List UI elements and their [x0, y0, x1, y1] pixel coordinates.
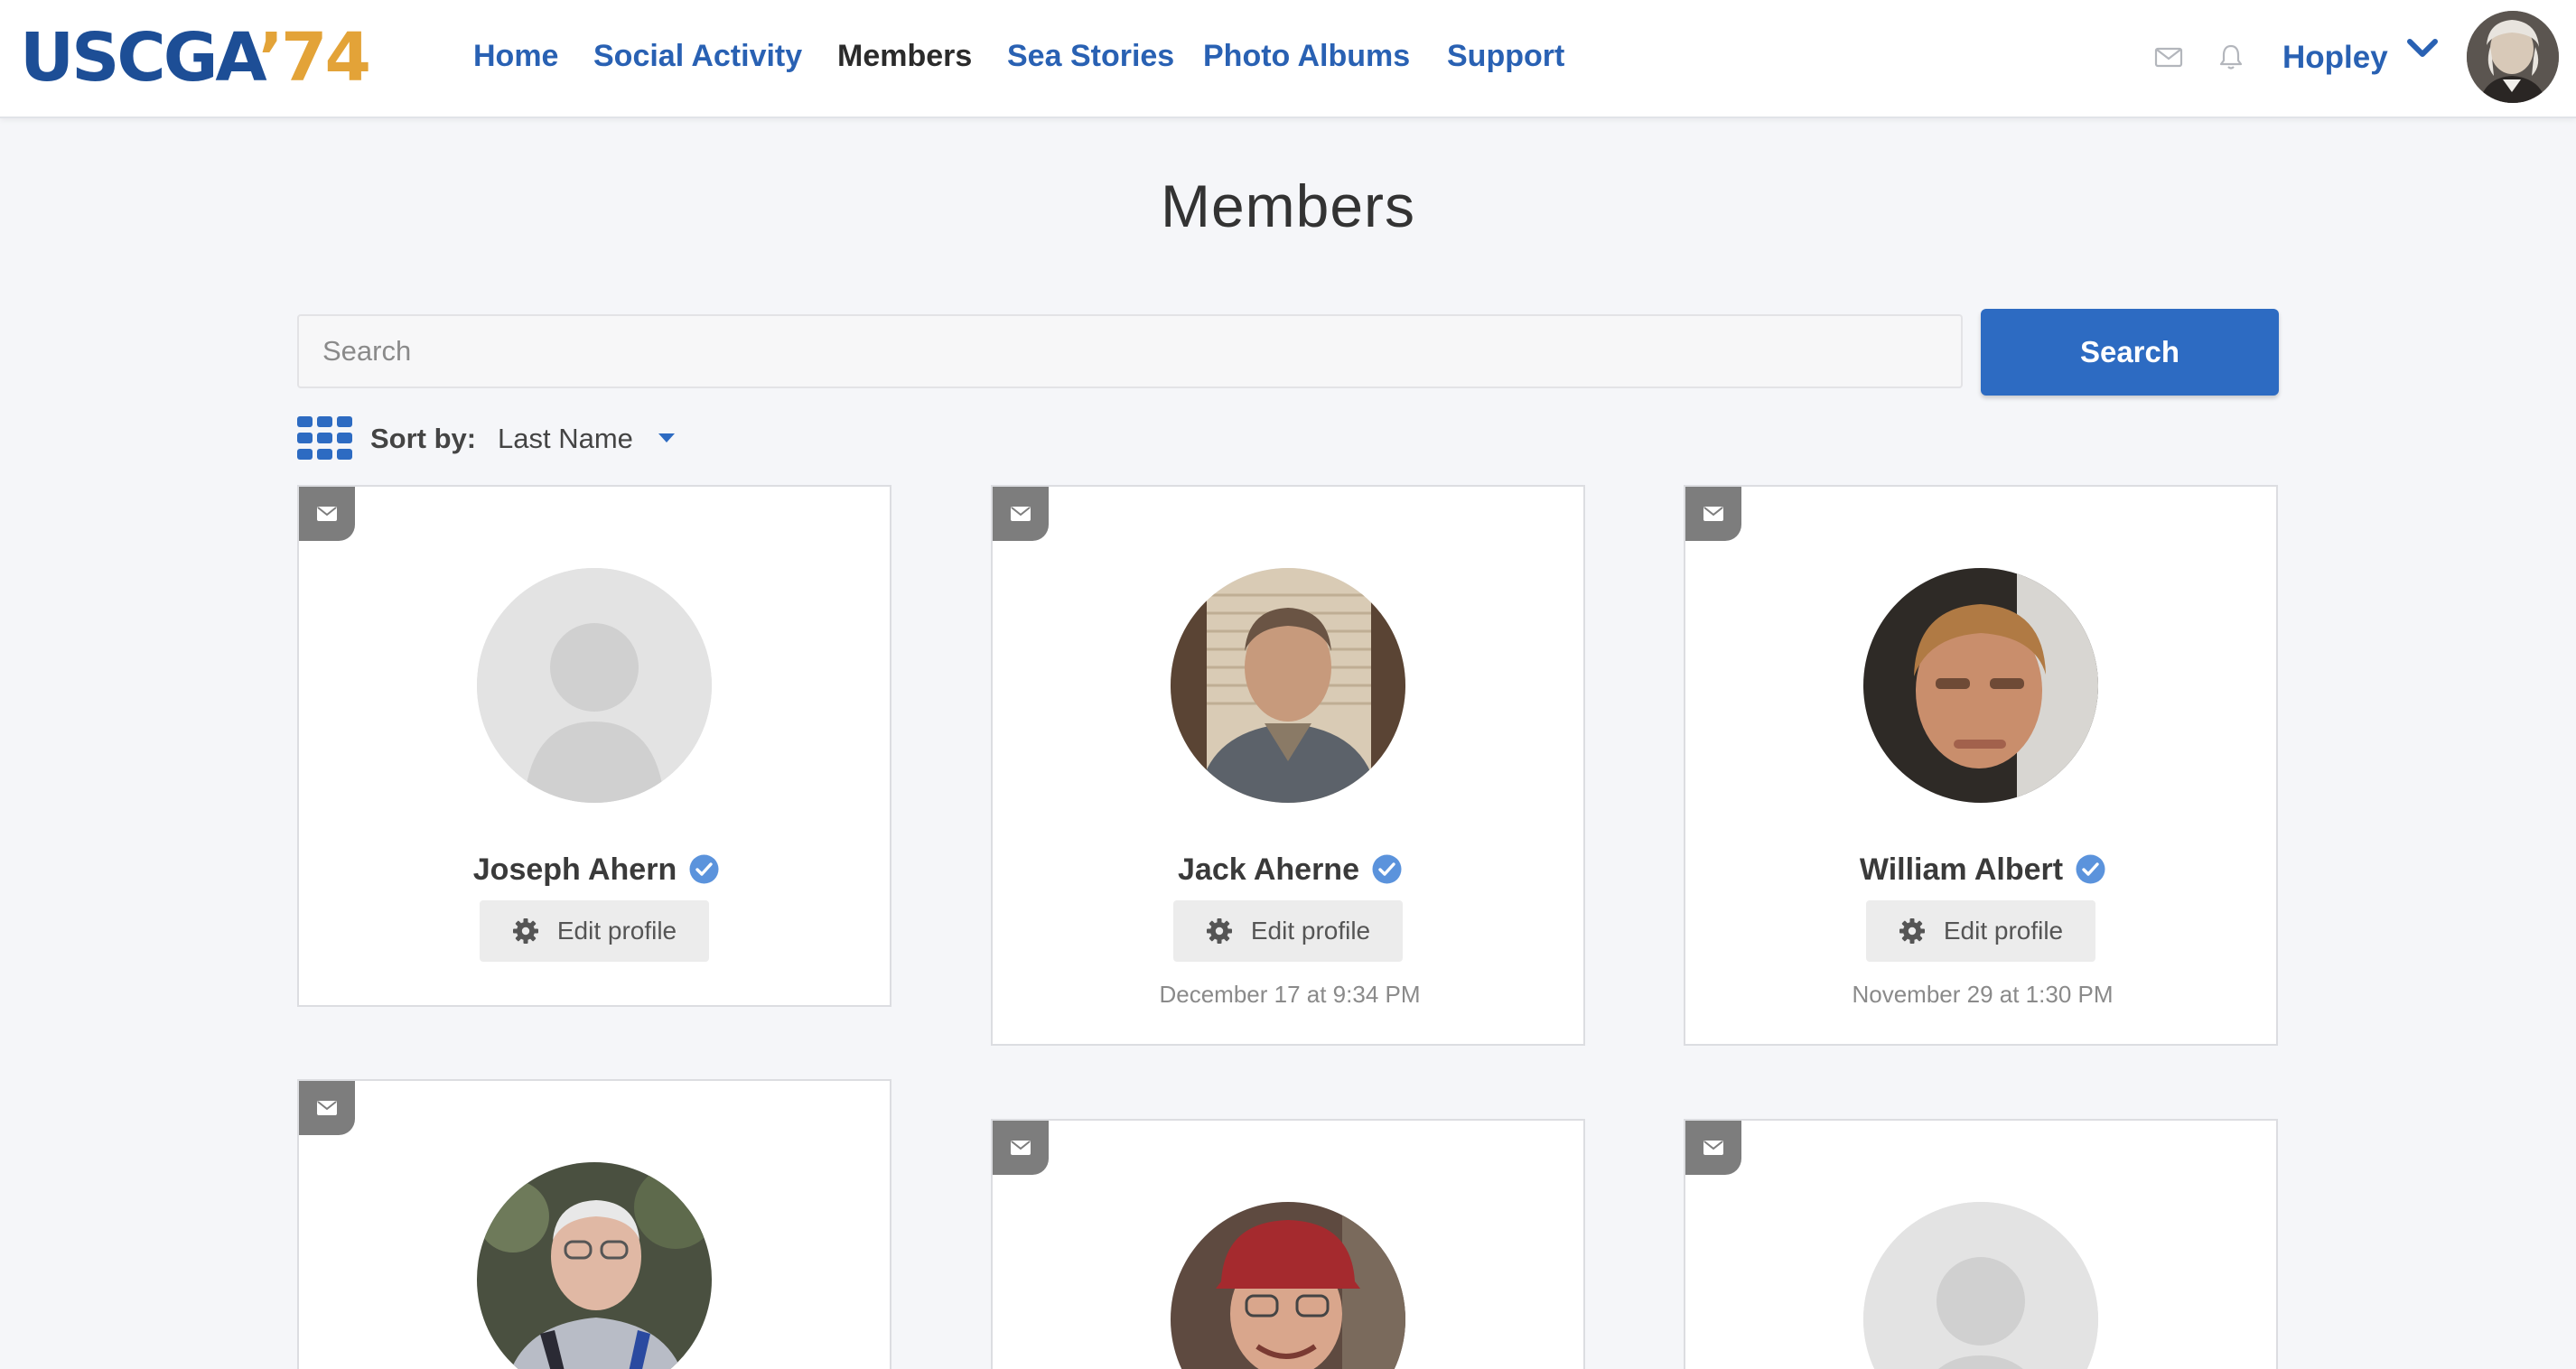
message-member-button[interactable] — [993, 1121, 1049, 1175]
bell-icon[interactable] — [2216, 42, 2246, 72]
nav-support[interactable]: Support — [1447, 34, 1564, 78]
edit-profile-button[interactable]: Edit profile — [480, 900, 709, 962]
member-photo — [477, 1162, 712, 1369]
member-card[interactable]: William Albert Edit profile November 29 … — [1684, 485, 2278, 1046]
search-input[interactable] — [297, 314, 1963, 388]
member-name[interactable]: William Albert — [1685, 848, 2276, 891]
logo-text-uscga: USCGA — [20, 19, 261, 97]
member-card[interactable] — [1684, 1119, 2278, 1369]
nav-home[interactable]: Home — [473, 34, 558, 78]
chevron-down-icon[interactable] — [2406, 36, 2439, 63]
default-avatar — [477, 568, 712, 803]
page-title: Members — [1160, 172, 1416, 239]
envelope-icon — [317, 507, 337, 521]
verified-badge-icon — [689, 854, 719, 884]
gear-icon — [1899, 917, 1926, 945]
member-photo — [1171, 568, 1405, 803]
sort-by-label: Sort by: — [370, 423, 477, 454]
gear-icon — [1206, 917, 1233, 945]
top-navigation-bar: USCGA’74 Home Social Activity Members Se… — [0, 0, 2576, 118]
edit-profile-label: Edit profile — [556, 917, 677, 945]
member-name-text: William Albert — [1859, 852, 2064, 887]
mail-icon[interactable] — [2153, 42, 2184, 72]
site-logo[interactable]: USCGA’74 — [20, 19, 371, 97]
envelope-icon — [1011, 507, 1031, 521]
member-photo — [1171, 1202, 1405, 1369]
member-card[interactable] — [297, 1079, 891, 1369]
edit-profile-button[interactable]: Edit profile — [1173, 900, 1403, 962]
envelope-icon — [1703, 1141, 1723, 1155]
sort-select[interactable]: Last Name — [498, 421, 633, 457]
last-active-timestamp: November 29 at 1:30 PM — [1852, 981, 2114, 1008]
envelope-icon — [1011, 1141, 1031, 1155]
member-card[interactable]: Joseph Ahern Edit profile — [297, 485, 891, 1007]
message-member-button[interactable] — [299, 487, 355, 541]
grid-view-icon[interactable] — [297, 416, 353, 460]
logo-text-year: ’74 — [257, 19, 371, 97]
member-photo — [1863, 568, 2098, 803]
member-card[interactable]: Jack Aherne Edit profile December 17 at … — [991, 485, 1585, 1046]
member-name-text: Joseph Ahern — [472, 852, 677, 887]
message-member-button[interactable] — [993, 487, 1049, 541]
default-avatar — [1863, 1202, 2098, 1369]
search-button[interactable]: Search — [1981, 309, 2279, 396]
edit-profile-button[interactable]: Edit profile — [1866, 900, 2095, 962]
nav-sea-stories[interactable]: Sea Stories — [1007, 34, 1174, 78]
member-name-text: Jack Aherne — [1178, 852, 1359, 887]
user-menu-name[interactable]: Hopley — [2282, 34, 2388, 81]
nav-photo-albums[interactable]: Photo Albums — [1203, 34, 1410, 78]
message-member-button[interactable] — [299, 1081, 355, 1135]
verified-badge-icon — [2076, 854, 2105, 884]
envelope-icon — [317, 1101, 337, 1115]
envelope-icon — [1703, 507, 1723, 521]
edit-profile-label: Edit profile — [1943, 917, 2064, 945]
caret-down-icon[interactable] — [657, 432, 677, 444]
edit-profile-label: Edit profile — [1250, 917, 1371, 945]
member-name[interactable]: Joseph Ahern — [299, 848, 890, 891]
verified-badge-icon — [1372, 854, 1402, 884]
message-member-button[interactable] — [1685, 487, 1741, 541]
user-avatar[interactable] — [2467, 11, 2559, 103]
member-name[interactable]: Jack Aherne — [993, 848, 1583, 891]
nav-social-activity[interactable]: Social Activity — [593, 34, 802, 78]
message-member-button[interactable] — [1685, 1121, 1741, 1175]
gear-icon — [512, 917, 539, 945]
nav-members[interactable]: Members — [837, 34, 972, 78]
last-active-timestamp: December 17 at 9:34 PM — [1159, 981, 1421, 1008]
member-card[interactable] — [991, 1119, 1585, 1369]
